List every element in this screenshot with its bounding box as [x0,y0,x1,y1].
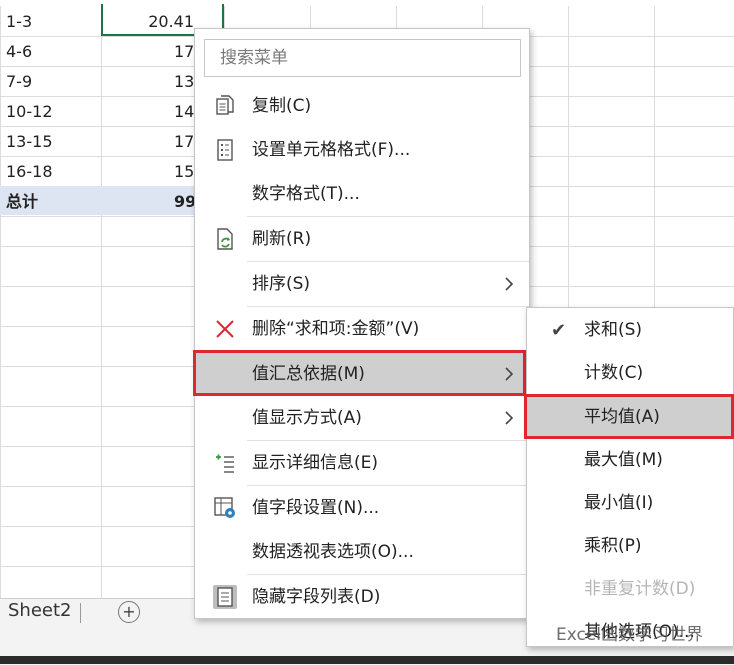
menu-item-label: 隐藏字段列表(D) [252,587,381,607]
menu-item-label: 数据透视表选项(O)... [252,542,414,562]
delete-x-icon [213,317,237,341]
submenu-item-distinct-count: 非重复计数(D) [527,568,733,611]
menu-item-pivot-options[interactable]: 数据透视表选项(O)... [195,530,529,574]
checkmark-icon: ✔ [551,320,567,341]
submenu-item-label: 最大值(M) [584,450,663,470]
menu-item-label: 删除“求和项:金额”(V) [252,319,420,339]
submenu-item-label: 最小值(I) [584,493,654,513]
chevron-right-icon [503,408,515,428]
submenu-item-max[interactable]: 最大值(M) [527,439,733,482]
menu-item-label: 排序(S) [252,274,311,294]
tab-divider [80,603,81,623]
chevron-right-icon [503,364,515,384]
menu-item-label: 复制(C) [252,96,312,116]
menu-item-label: 刷新(R) [252,229,312,249]
row-value-5[interactable]: 17 [174,132,194,152]
menu-item-refresh[interactable]: 刷新(R) [195,217,529,261]
submenu-item-count[interactable]: 计数(C) [527,352,733,395]
submenu-item-min[interactable]: 最小值(I) [527,482,733,525]
copy-icon [213,94,237,118]
submenu-item-label: 求和(S) [584,320,643,340]
watermark-text: Excel函数学习世界 [556,625,704,645]
submenu-item-product[interactable]: 乘积(P) [527,525,733,568]
menu-item-label: 数字格式(T)... [252,184,360,204]
menu-item-show-values-as[interactable]: 值显示方式(A) [195,396,529,440]
format-cells-icon [213,138,237,162]
menu-item-label: 显示详细信息(E) [252,453,379,473]
menu-item-copy[interactable]: 复制(C) [195,84,529,128]
show-details-icon [213,451,237,475]
row-label-6[interactable]: 16-18 [6,162,53,182]
menu-item-label: 设置单元格格式(F)... [252,140,411,160]
menu-item-sort[interactable]: 排序(S) [195,262,529,306]
menu-item-format-cells[interactable]: 设置单元格格式(F)... [195,128,529,172]
context-menu: 搜索菜单 复制(C) 设置单元格格式(F)... 数字格式(T)... 刷新(R… [194,28,530,619]
total-value[interactable]: 99 [174,192,196,212]
menu-item-summarize-values-by[interactable]: 值汇总依据(M) [195,352,529,396]
taskbar-strip [0,656,734,664]
row-label-3[interactable]: 7-9 [6,72,32,92]
menu-item-show-details[interactable]: 显示详细信息(E) [195,441,529,485]
submenu-item-label: 平均值(A) [584,407,660,427]
field-list-icon [213,585,237,609]
menu-item-delete-field[interactable]: 删除“求和项:金额”(V) [195,307,529,351]
menu-item-number-format[interactable]: 数字格式(T)... [195,172,529,216]
row-value-4[interactable]: 14 [174,102,194,122]
grid-line [0,0,1,598]
menu-item-value-field-settings[interactable]: 值字段设置(N)... [195,486,529,530]
row-value-3[interactable]: 13 [174,72,194,92]
menu-item-label: 值显示方式(A) [252,408,362,428]
submenu-item-average[interactable]: 平均值(A) [527,396,733,439]
add-sheet-icon[interactable]: + [118,601,140,623]
row-value-1[interactable]: 20.41 [104,12,194,32]
row-label-4[interactable]: 10-12 [6,102,53,122]
row-value-6[interactable]: 15 [174,162,194,182]
row-label-2[interactable]: 4-6 [6,42,32,62]
submenu-item-sum[interactable]: ✔ 求和(S) [527,309,733,352]
submenu-item-label: 乘积(P) [584,536,642,556]
menu-item-label: 值字段设置(N)... [252,498,380,518]
row-label-5[interactable]: 13-15 [6,132,53,152]
menu-item-label: 值汇总依据(M) [252,364,365,384]
sheet-tab-sheet2[interactable]: Sheet2 [0,599,80,625]
grid-line [101,0,102,598]
refresh-icon [213,227,237,251]
summarize-submenu: ✔ 求和(S) 计数(C) 平均值(A) 最大值(M) 最小值(I) 乘积(P)… [526,307,734,647]
row-value-2[interactable]: 17 [174,42,194,62]
menu-item-hide-field-list[interactable]: 隐藏字段列表(D) [195,575,529,619]
submenu-item-label: 非重复计数(D) [584,579,696,599]
field-settings-icon [213,496,237,520]
submenu-item-label: 计数(C) [584,363,644,383]
chevron-right-icon [503,274,515,294]
total-label[interactable]: 总计 [6,192,38,212]
search-menu-input[interactable]: 搜索菜单 [204,39,521,77]
row-label-1[interactable]: 1-3 [6,12,32,32]
